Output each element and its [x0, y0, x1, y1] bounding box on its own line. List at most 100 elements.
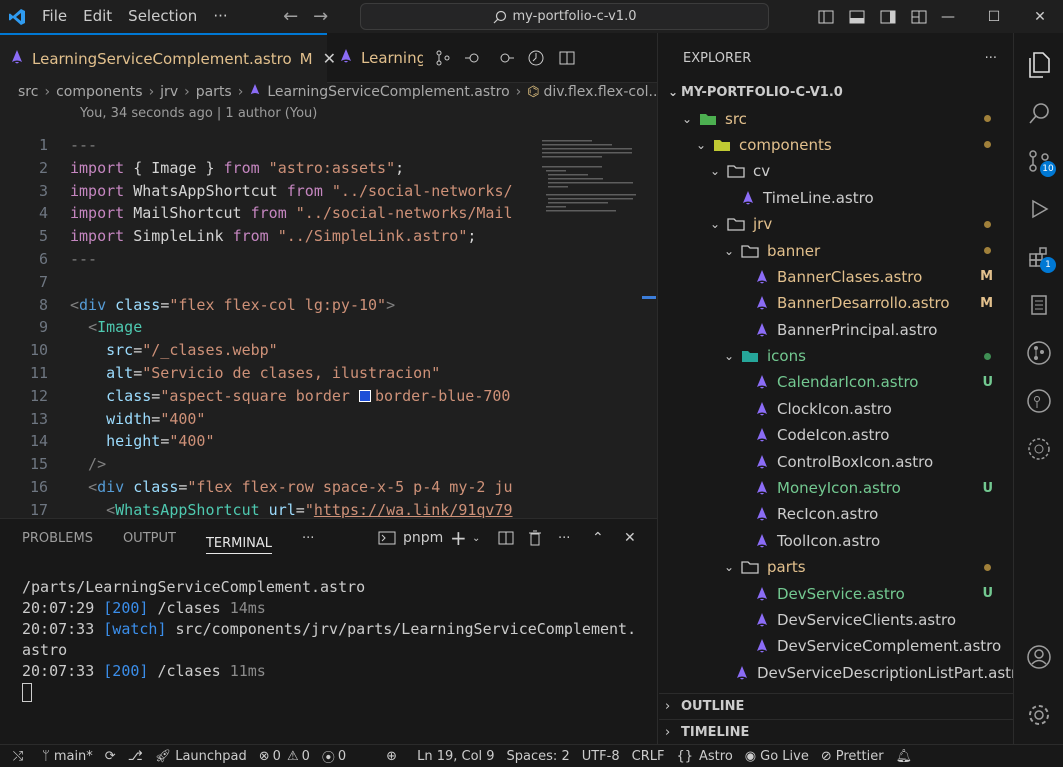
- workspace-root[interactable]: ⌄ MY-PORTFOLIO-C-V1.0: [659, 79, 1013, 105]
- folder-item[interactable]: ⌄ parts: [659, 554, 1013, 580]
- git-blame-codelens[interactable]: You, 34 seconds ago | 1 author (You): [0, 103, 657, 124]
- minimap[interactable]: [534, 134, 658, 518]
- source-control-compare-icon[interactable]: [427, 50, 458, 66]
- more-actions-icon[interactable]: ···: [558, 518, 570, 558]
- menu-file[interactable]: File: [34, 0, 75, 33]
- breadcrumb-symbol[interactable]: div.flex.flex-col...: [544, 84, 657, 100]
- tree-item-label: TimeLine.astro: [763, 188, 874, 207]
- remote-indicator-icon[interactable]: ⤭: [0, 745, 36, 767]
- command-center-search[interactable]: my-portfolio-c-v1.0: [360, 3, 769, 30]
- file-item[interactable]: CodeIcon.astro: [659, 422, 1013, 448]
- breadcrumb-file[interactable]: LearningServiceComplement.astro: [267, 84, 509, 100]
- previous-change-icon[interactable]: [458, 51, 489, 65]
- zoom-icon[interactable]: ⊕: [380, 749, 403, 764]
- breadcrumb-components[interactable]: components: [56, 84, 143, 100]
- toggle-secondary-sidebar-icon[interactable]: [872, 10, 903, 24]
- tab-output[interactable]: OUTPUT: [123, 519, 176, 559]
- terminal-output[interactable]: /parts/LearningServiceComplement.astro 2…: [0, 559, 657, 703]
- sync-icon[interactable]: ⟳: [99, 749, 122, 764]
- file-item[interactable]: ControlBoxIcon.astro: [659, 448, 1013, 474]
- file-item[interactable]: BannerPrincipal.astro: [659, 317, 1013, 343]
- outline-section[interactable]: › OUTLINE: [659, 693, 1013, 719]
- chevron-down-icon[interactable]: ⌄: [472, 518, 480, 558]
- terminal-shell-selector[interactable]: pnpm: [378, 518, 443, 558]
- encoding[interactable]: UTF-8: [576, 749, 626, 764]
- next-change-icon[interactable]: [489, 51, 520, 65]
- back-arrow-icon[interactable]: ←: [276, 6, 306, 27]
- file-item[interactable]: TimeLine.astro: [659, 185, 1013, 211]
- new-terminal-icon[interactable]: +: [450, 518, 467, 558]
- tab-problems[interactable]: PROBLEMS: [22, 519, 93, 559]
- ports-item[interactable]: ⦿ 0: [316, 747, 352, 766]
- prettier-item[interactable]: ⊘ Prettier: [815, 749, 890, 764]
- tab-learning-second[interactable]: LearningS: [327, 48, 423, 68]
- extensions-icon[interactable]: 1: [1014, 233, 1063, 281]
- menu-more[interactable]: ···: [205, 0, 235, 33]
- settings-gear-icon[interactable]: [1014, 691, 1063, 739]
- file-item[interactable]: CalendarIcon.astro U: [659, 369, 1013, 395]
- folder-item[interactable]: ⌄ jrv: [659, 211, 1013, 237]
- copilot-brain-icon[interactable]: [1014, 425, 1063, 473]
- search-icon[interactable]: [1014, 89, 1063, 137]
- maximize-icon[interactable]: ☐: [971, 0, 1017, 33]
- folder-item[interactable]: ⌄ src: [659, 105, 1013, 131]
- forward-arrow-icon[interactable]: →: [306, 6, 336, 27]
- file-item[interactable]: MoneyIcon.astro U: [659, 475, 1013, 501]
- git-graph-icon[interactable]: [1014, 329, 1063, 377]
- file-item[interactable]: BannerDesarrollo.astro M: [659, 290, 1013, 316]
- folder-item[interactable]: ⌄ components: [659, 132, 1013, 158]
- trash-icon[interactable]: [528, 518, 542, 558]
- folder-item[interactable]: ⌄ icons: [659, 343, 1013, 369]
- language-mode[interactable]: {} Astro: [670, 749, 738, 764]
- menu-selection[interactable]: Selection: [120, 0, 205, 33]
- explorer-more-icon[interactable]: ···: [985, 51, 997, 66]
- minimize-icon[interactable]: —: [925, 0, 971, 33]
- file-item[interactable]: RecIcon.astro: [659, 501, 1013, 527]
- problems-item[interactable]: ⊗ 0 ⚠ 0: [253, 749, 316, 764]
- cursor-position[interactable]: Ln 19, Col 9: [411, 749, 500, 764]
- close-window-icon[interactable]: ✕: [1017, 0, 1063, 33]
- chevron-down-icon: ⌄: [695, 137, 707, 152]
- panel-more-icon[interactable]: ···: [302, 519, 314, 559]
- file-item[interactable]: DevServiceDescriptionListPart.astro: [659, 660, 1026, 686]
- timeline-section[interactable]: › TIMELINE: [659, 719, 1013, 745]
- toggle-primary-sidebar-icon[interactable]: [810, 10, 841, 24]
- file-item[interactable]: ToolIcon.astro: [659, 528, 1013, 554]
- branch-item[interactable]: ᛘ main*: [36, 749, 99, 764]
- maximize-panel-icon[interactable]: ⌃: [592, 518, 604, 558]
- folder-item[interactable]: ⌄ cv: [659, 158, 1013, 184]
- close-panel-icon[interactable]: ✕: [624, 518, 636, 558]
- explorer-icon[interactable]: [1014, 41, 1063, 89]
- tree-item-label: DevServiceDescriptionListPart.astro: [757, 663, 1027, 682]
- notifications-bell-icon[interactable]: 🔔︎: [890, 749, 919, 764]
- folder-item[interactable]: ⌄ banner: [659, 237, 1013, 263]
- launchpad-item[interactable]: 🚀︎ Launchpad: [149, 749, 253, 764]
- file-item[interactable]: ClockIcon.astro: [659, 396, 1013, 422]
- run-debug-icon[interactable]: [1014, 185, 1063, 233]
- tab-learning-service-complement[interactable]: LearningServiceComplement.astro M ✕: [0, 32, 336, 83]
- testing-icon[interactable]: [1014, 281, 1063, 329]
- source-control-icon[interactable]: 10: [1014, 137, 1063, 185]
- go-live-item[interactable]: ◉ Go Live: [739, 749, 815, 764]
- split-editor-icon[interactable]: [551, 51, 582, 65]
- color-swatch[interactable]: [359, 390, 371, 403]
- gitlens-icon[interactable]: [1014, 377, 1063, 425]
- toggle-panel-icon[interactable]: [841, 10, 872, 24]
- file-item[interactable]: BannerClases.astro M: [659, 264, 1013, 290]
- menu-edit[interactable]: Edit: [75, 0, 120, 33]
- code-editor[interactable]: 1 --- 2 import { Image } from "astro:asset…: [0, 134, 534, 518]
- breadcrumb-parts[interactable]: parts: [196, 84, 232, 100]
- account-icon[interactable]: [1014, 633, 1063, 681]
- line-ending[interactable]: CRLF: [626, 749, 671, 764]
- indentation[interactable]: Spaces: 2: [501, 749, 576, 764]
- file-item[interactable]: DevServiceComplement.astro: [659, 633, 1013, 659]
- split-terminal-icon[interactable]: [498, 518, 514, 558]
- breadcrumb-jrv[interactable]: jrv: [160, 84, 178, 100]
- title-bar: File Edit Selection ··· ← → my-portfolio…: [0, 0, 1063, 33]
- file-item[interactable]: DevService.astro U: [659, 580, 1013, 606]
- file-item[interactable]: DevServiceClients.astro: [659, 607, 1013, 633]
- git-compare-icon[interactable]: ⎇: [122, 749, 149, 764]
- timeline-icon[interactable]: [520, 50, 551, 66]
- breadcrumb-src[interactable]: src: [18, 84, 38, 100]
- tab-terminal[interactable]: TERMINAL: [205, 524, 273, 554]
